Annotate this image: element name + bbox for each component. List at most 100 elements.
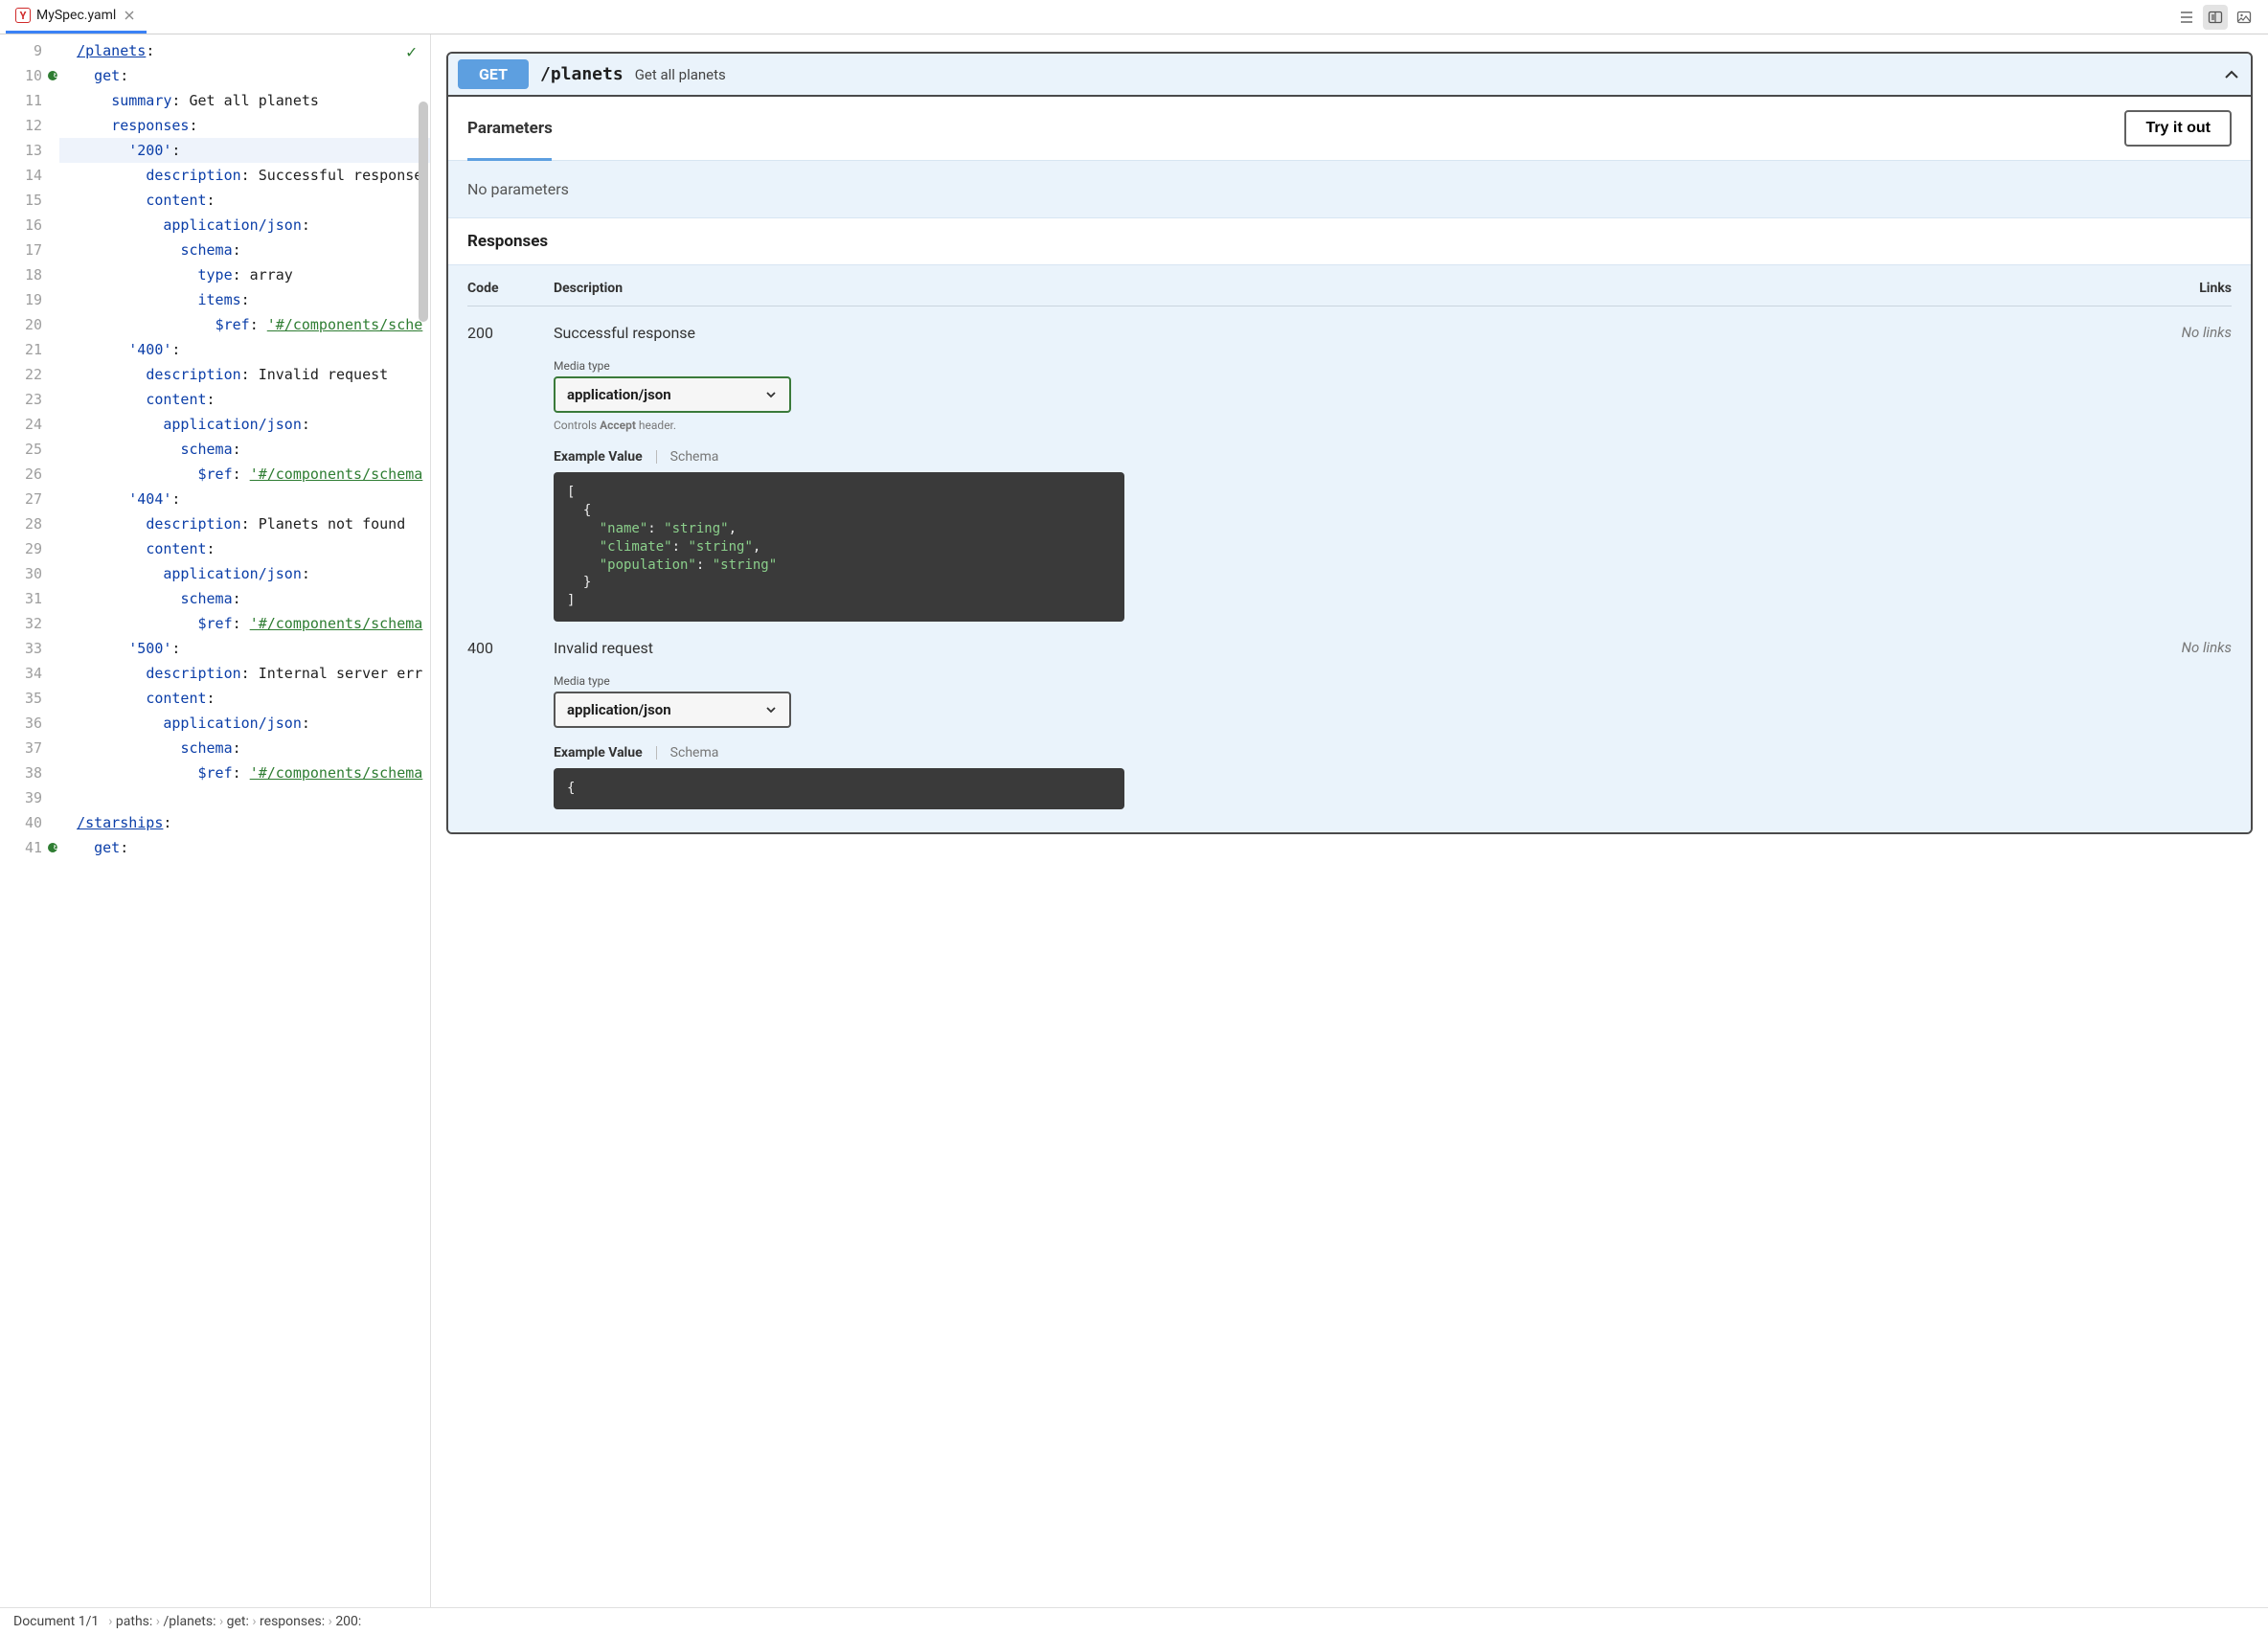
response-row: 200Successful responseMedia typeapplicat…	[467, 306, 2232, 622]
chevron-down-icon	[764, 388, 778, 401]
response-body: Successful responseMedia typeapplication…	[554, 324, 2155, 622]
col-code: Code	[467, 281, 554, 296]
preview-pane: GET /planets Get all planets Parameters …	[431, 34, 2268, 1607]
try-it-out-button[interactable]: Try it out	[2124, 110, 2232, 147]
operation-panel: GET /planets Get all planets Parameters …	[446, 52, 2253, 834]
media-type-hint: Controls Accept header.	[554, 419, 2155, 432]
gutter-line: 15	[0, 188, 59, 213]
breadcrumb-item[interactable]: paths:	[116, 1614, 152, 1629]
operation-summary: Get all planets	[635, 66, 726, 83]
gutter-line: 34	[0, 661, 59, 686]
parameters-section: Parameters Try it out	[448, 97, 2251, 161]
code-line[interactable]: description: Successful response	[59, 163, 430, 188]
code-line[interactable]: description: Planets not found	[59, 511, 430, 536]
gutter-line: 20	[0, 312, 59, 337]
breadcrumb-item[interactable]: get:	[227, 1614, 249, 1629]
code-line[interactable]: '200':	[59, 138, 430, 163]
code-line[interactable]: get:	[59, 835, 430, 860]
file-tab[interactable]: Y MySpec.yaml	[6, 0, 147, 34]
breadcrumb-item[interactable]: 200:	[335, 1614, 361, 1629]
code-line[interactable]: application/json:	[59, 561, 430, 586]
code-line[interactable]: /planets:	[59, 38, 430, 63]
gutter-line: 30	[0, 561, 59, 586]
editor-scrollbar[interactable]	[419, 102, 428, 322]
code-line[interactable]: $ref: '#/components/schema	[59, 462, 430, 487]
code-area[interactable]: ✓ /planets: get: summary: Get all planet…	[59, 34, 430, 1607]
response-code: 400	[467, 639, 554, 809]
parameters-title: Parameters	[467, 119, 553, 138]
editor-pane: 9101112131415161718192021222324252627282…	[0, 34, 431, 1607]
code-line[interactable]: content:	[59, 536, 430, 561]
code-line[interactable]: '404':	[59, 487, 430, 511]
gutter-line: 17	[0, 238, 59, 262]
responses-title: Responses	[448, 217, 2251, 265]
code-line[interactable]: schema:	[59, 238, 430, 262]
responses-header-row: Code Description Links	[467, 281, 2232, 306]
code-line[interactable]: description: Invalid request	[59, 362, 430, 387]
code-line[interactable]: $ref: '#/components/sche	[59, 312, 430, 337]
code-line[interactable]: $ref: '#/components/schema	[59, 760, 430, 785]
breadcrumb-item[interactable]: /planets:	[163, 1614, 215, 1629]
code-line[interactable]: type: array	[59, 262, 430, 287]
code-line[interactable]	[59, 785, 430, 810]
collapse-icon[interactable]	[2222, 65, 2241, 84]
example-value-tab[interactable]: Example Value	[554, 449, 643, 465]
schema-tab[interactable]: Schema	[670, 449, 719, 465]
gutter-line: 16	[0, 213, 59, 238]
example-schema-tabs: Example Value Schema	[554, 449, 2155, 465]
gutter-line: 14	[0, 163, 59, 188]
response-description: Successful response	[554, 324, 2155, 342]
response-links: No links	[2155, 639, 2232, 809]
image-preview-icon[interactable]	[2232, 5, 2257, 30]
code-line[interactable]: summary: Get all planets	[59, 88, 430, 113]
split-view-icon[interactable]	[2203, 5, 2228, 30]
gutter-line: 38	[0, 760, 59, 785]
gutter-line: 33	[0, 636, 59, 661]
code-line[interactable]: responses:	[59, 113, 430, 138]
line-gutter: 9101112131415161718192021222324252627282…	[0, 34, 59, 1607]
tab-group: Y MySpec.yaml	[6, 0, 147, 34]
gutter-line: 25	[0, 437, 59, 462]
media-type-select[interactable]: application/json	[554, 376, 791, 413]
document-counter: Document 1/1	[13, 1614, 99, 1629]
gutter-line: 28	[0, 511, 59, 536]
file-tab-name: MySpec.yaml	[36, 8, 116, 23]
editor-view-toolbar	[2174, 5, 2262, 30]
list-view-icon[interactable]	[2174, 5, 2199, 30]
gutter-line: 29	[0, 536, 59, 561]
schema-tab[interactable]: Schema	[670, 745, 719, 760]
gutter-line: 9	[0, 38, 59, 63]
code-line[interactable]: schema:	[59, 736, 430, 760]
code-line[interactable]: get:	[59, 63, 430, 88]
media-type-label: Media type	[554, 674, 2155, 688]
code-line[interactable]: content:	[59, 686, 430, 711]
code-line[interactable]: application/json:	[59, 412, 430, 437]
code-line[interactable]: /starships:	[59, 810, 430, 835]
code-line[interactable]: items:	[59, 287, 430, 312]
gutter-line: 22	[0, 362, 59, 387]
code-line[interactable]: schema:	[59, 437, 430, 462]
code-line[interactable]: $ref: '#/components/schema	[59, 611, 430, 636]
example-value-tab[interactable]: Example Value	[554, 745, 643, 760]
syntax-ok-icon: ✓	[406, 42, 417, 62]
breadcrumb-item[interactable]: responses:	[260, 1614, 325, 1629]
code-line[interactable]: schema:	[59, 586, 430, 611]
operation-header[interactable]: GET /planets Get all planets	[448, 54, 2251, 97]
code-line[interactable]: application/json:	[59, 213, 430, 238]
http-method-badge: GET	[458, 59, 529, 89]
gutter-line: 32	[0, 611, 59, 636]
yaml-file-icon: Y	[15, 8, 31, 23]
code-line[interactable]: content:	[59, 188, 430, 213]
code-line[interactable]: application/json:	[59, 711, 430, 736]
close-tab-icon[interactable]	[122, 8, 137, 23]
example-code-block: [ { "name": "string", "climate": "string…	[554, 472, 1124, 622]
responses-table: Code Description Links 200Successful res…	[448, 265, 2251, 832]
code-line[interactable]: description: Internal server err	[59, 661, 430, 686]
code-line[interactable]: content:	[59, 387, 430, 412]
code-line[interactable]: '400':	[59, 337, 430, 362]
gutter-line: 10	[0, 63, 59, 88]
media-type-select[interactable]: application/json	[554, 692, 791, 728]
code-line[interactable]: '500':	[59, 636, 430, 661]
example-schema-tabs: Example Value Schema	[554, 745, 2155, 760]
gutter-line: 27	[0, 487, 59, 511]
